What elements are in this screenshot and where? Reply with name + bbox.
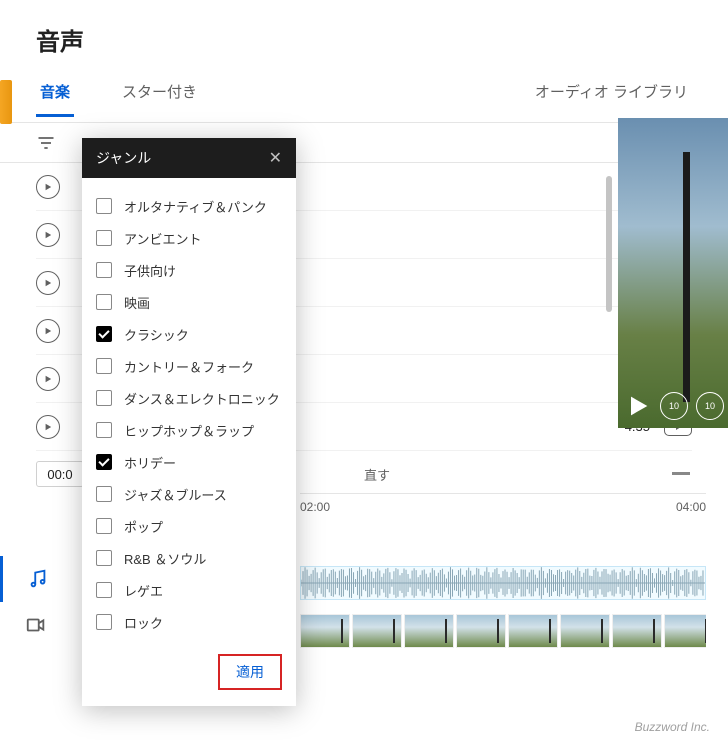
checkbox-icon[interactable] bbox=[96, 550, 112, 566]
genre-popup: ジャンル ✕ オルタナティブ＆パンクアンビエント子供向け映画クラシックカントリー… bbox=[82, 138, 296, 706]
checkbox-icon[interactable] bbox=[96, 262, 112, 278]
time-input[interactable] bbox=[36, 461, 84, 487]
genre-label: ダンス＆エレクトロニック bbox=[124, 389, 280, 408]
popup-body: オルタナティブ＆パンクアンビエント子供向け映画クラシックカントリー＆フォークダン… bbox=[82, 178, 296, 642]
timeline-thumbnail[interactable] bbox=[508, 614, 558, 648]
genre-option[interactable]: ダンス＆エレクトロニック bbox=[96, 382, 284, 414]
tab-starred[interactable]: スター付き bbox=[118, 81, 201, 117]
genre-option[interactable]: アンビエント bbox=[96, 222, 284, 254]
side-tools bbox=[0, 556, 72, 648]
checkbox-icon[interactable] bbox=[96, 454, 112, 470]
genre-option[interactable]: レゲエ bbox=[96, 574, 284, 606]
genre-label: ポップ bbox=[124, 517, 163, 536]
play-button[interactable] bbox=[36, 367, 60, 391]
genre-label: 子供向け bbox=[124, 261, 176, 280]
play-button[interactable] bbox=[36, 271, 60, 295]
play-button[interactable] bbox=[36, 319, 60, 343]
tab-music[interactable]: 音楽 bbox=[36, 81, 74, 117]
genre-label: オルタナティブ＆パンク bbox=[124, 197, 267, 216]
video-preview[interactable]: 10 10 bbox=[618, 118, 728, 428]
checkbox-icon[interactable] bbox=[96, 358, 112, 374]
video-controls: 10 10 bbox=[624, 392, 724, 420]
genre-label: R&B ＆ソウル bbox=[124, 549, 206, 568]
genre-option[interactable]: ホリデー bbox=[96, 446, 284, 478]
ruler-tick: 04:00 bbox=[676, 500, 706, 521]
genre-option[interactable]: ロック bbox=[96, 606, 284, 638]
waveform[interactable] bbox=[300, 566, 706, 600]
checkbox-icon[interactable] bbox=[96, 614, 112, 630]
checkbox-icon[interactable] bbox=[96, 486, 112, 502]
genre-option[interactable]: 子供向け bbox=[96, 254, 284, 286]
genre-label: クラシック bbox=[124, 325, 189, 344]
play-button[interactable] bbox=[36, 223, 60, 247]
checkbox-icon[interactable] bbox=[96, 582, 112, 598]
page-title: 音声 bbox=[0, 0, 728, 75]
replay-10-icon[interactable]: 10 bbox=[660, 392, 688, 420]
genre-option[interactable]: オルタナティブ＆パンク bbox=[96, 190, 284, 222]
checkbox-icon[interactable] bbox=[96, 518, 112, 534]
checkbox-icon[interactable] bbox=[96, 198, 112, 214]
close-icon[interactable]: ✕ bbox=[269, 148, 282, 168]
genre-option[interactable]: ジャズ＆ブルース bbox=[96, 478, 284, 510]
timeline-thumbnail[interactable] bbox=[300, 614, 350, 648]
scrub-mid-label: 直す bbox=[364, 465, 390, 484]
scroll-indicator[interactable] bbox=[606, 176, 612, 312]
genre-label: ジャズ＆ブルース bbox=[124, 485, 227, 504]
genre-option[interactable]: ヒップホップ＆ラップ bbox=[96, 414, 284, 446]
timeline-thumbnail[interactable] bbox=[560, 614, 610, 648]
forward-10-icon[interactable]: 10 bbox=[696, 392, 724, 420]
genre-label: ロック bbox=[124, 613, 163, 632]
genre-option[interactable]: ポップ bbox=[96, 510, 284, 542]
apply-button[interactable]: 適用 bbox=[218, 654, 282, 690]
genre-label: ホリデー bbox=[124, 453, 176, 472]
genre-label: 映画 bbox=[124, 293, 150, 312]
play-button[interactable] bbox=[36, 415, 60, 439]
genre-label: カントリー＆フォーク bbox=[124, 357, 254, 376]
timeline-thumbnail[interactable] bbox=[456, 614, 506, 648]
genre-option[interactable]: 映画 bbox=[96, 286, 284, 318]
checkbox-icon[interactable] bbox=[96, 294, 112, 310]
genre-label: アンビエント bbox=[124, 229, 201, 248]
popup-title: ジャンル bbox=[96, 148, 151, 168]
tab-bar: 音楽 スター付き オーディオ ライブラリ bbox=[0, 75, 728, 123]
genre-option[interactable]: R&B ＆ソウル bbox=[96, 542, 284, 574]
timeline-thumbnail[interactable] bbox=[404, 614, 454, 648]
timeline-thumbnail[interactable] bbox=[664, 614, 706, 648]
play-button[interactable] bbox=[36, 175, 60, 199]
genre-label: レゲエ bbox=[124, 581, 163, 600]
tool-music[interactable] bbox=[0, 556, 72, 602]
popup-header: ジャンル ✕ bbox=[82, 138, 296, 178]
checkbox-icon[interactable] bbox=[96, 230, 112, 246]
timeline-thumbnail[interactable] bbox=[612, 614, 662, 648]
checkbox-icon[interactable] bbox=[96, 390, 112, 406]
play-icon[interactable] bbox=[624, 392, 652, 420]
tab-audio-library[interactable]: オーディオ ライブラリ bbox=[531, 81, 692, 117]
checkbox-icon[interactable] bbox=[96, 422, 112, 438]
genre-label: ヒップホップ＆ラップ bbox=[124, 421, 254, 440]
tool-video[interactable] bbox=[0, 602, 72, 648]
thumbnail-strip[interactable] bbox=[300, 614, 706, 648]
filter-icon[interactable] bbox=[36, 133, 56, 153]
ruler-tick: 02:00 bbox=[300, 500, 330, 521]
checkbox-icon[interactable] bbox=[96, 326, 112, 342]
genre-option[interactable]: クラシック bbox=[96, 318, 284, 350]
timeline-ruler[interactable]: 02:00 04:00 bbox=[300, 493, 706, 521]
left-edge-stub bbox=[0, 80, 12, 124]
genre-option[interactable]: カントリー＆フォーク bbox=[96, 350, 284, 382]
timeline-thumbnail[interactable] bbox=[352, 614, 402, 648]
footer-credit: Buzzword Inc. bbox=[635, 720, 710, 734]
drag-handle-icon[interactable] bbox=[670, 469, 692, 479]
